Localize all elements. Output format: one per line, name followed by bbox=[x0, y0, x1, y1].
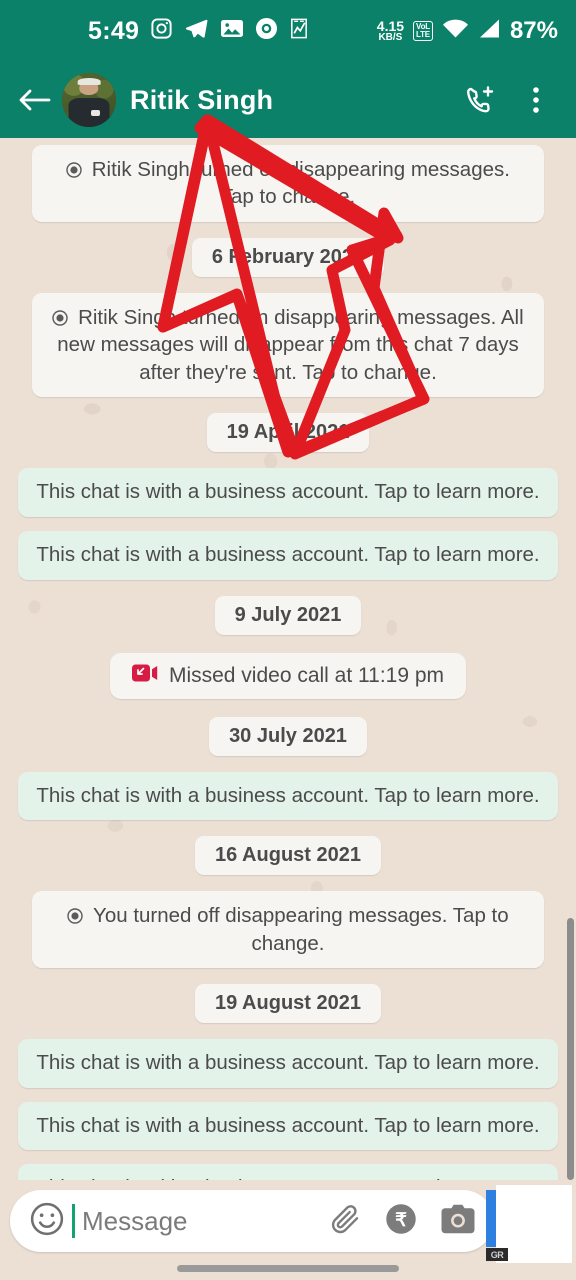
volte-icon: VoL LTE bbox=[413, 21, 433, 41]
status-bar: 5:49 4.15 KB/S VoL LTE 87% bbox=[0, 0, 576, 62]
chat-contact-name[interactable]: Ritik Singh bbox=[130, 85, 273, 116]
status-clock: 5:49 bbox=[88, 16, 140, 45]
business-account-notice[interactable]: This chat is with a business account. Ta… bbox=[18, 1039, 558, 1088]
message-row: 16 August 2021 bbox=[14, 827, 562, 884]
emoji-icon[interactable] bbox=[28, 1200, 66, 1243]
chat-app-bar: Ritik Singh bbox=[0, 62, 576, 138]
volte-bottom: LTE bbox=[416, 30, 430, 39]
camera-icon[interactable] bbox=[440, 1203, 476, 1240]
back-button[interactable] bbox=[12, 86, 58, 114]
business-account-notice[interactable]: This chat is with a business account. Ta… bbox=[18, 1164, 558, 1180]
overlay-watermark: GR bbox=[486, 1248, 508, 1261]
status-bar-left: 5:49 bbox=[88, 17, 309, 46]
date-divider: 16 August 2021 bbox=[195, 836, 381, 876]
signal-icon bbox=[478, 18, 501, 44]
date-divider: 19 April 2021 bbox=[206, 413, 370, 453]
camera-circle-icon bbox=[255, 17, 278, 45]
chat-message-list[interactable]: Ritik Singh turned on disappearing messa… bbox=[0, 138, 576, 1180]
data-speed-indicator: 4.15 KB/S bbox=[377, 19, 404, 43]
chart-app-icon bbox=[289, 17, 309, 45]
date-divider: 30 July 2021 bbox=[209, 716, 367, 756]
system-message-bubble[interactable]: Ritik Singh turned on disappearing messa… bbox=[32, 292, 544, 398]
system-message-text: Ritik Singh turned on disappearing messa… bbox=[91, 158, 510, 209]
android-nav-gesture-bar[interactable] bbox=[177, 1265, 399, 1272]
message-input[interactable]: Message bbox=[82, 1206, 318, 1237]
message-row: This chat is with a business account. Ta… bbox=[14, 461, 562, 524]
overflow-menu-icon[interactable] bbox=[510, 74, 562, 126]
missed-video-call-text: Missed video call at 11:19 pm bbox=[168, 663, 445, 687]
message-row: Ritik Singh turned on disappearing messa… bbox=[14, 286, 562, 404]
rupee-payment-icon[interactable]: ₹ bbox=[384, 1202, 418, 1241]
message-row: 19 April 2021 bbox=[14, 404, 562, 461]
add-call-icon[interactable] bbox=[454, 74, 506, 126]
message-row: Missed video call at 11:19 pm bbox=[14, 644, 562, 708]
message-row: 6 February 2021 bbox=[14, 229, 562, 286]
contact-avatar[interactable] bbox=[62, 73, 116, 127]
message-row: This chat is with a business account. Ta… bbox=[14, 524, 562, 587]
message-row: You turned off disappearing messages. Ta… bbox=[14, 884, 562, 975]
missed-video-call-icon bbox=[131, 663, 158, 689]
business-account-notice[interactable]: This chat is with a business account. Ta… bbox=[18, 771, 558, 821]
business-account-notice[interactable]: This chat is with a business account. Ta… bbox=[18, 468, 558, 517]
business-account-notice[interactable]: This chat is with a business account. Ta… bbox=[18, 530, 558, 580]
data-speed-unit: KB/S bbox=[378, 32, 403, 43]
svg-text:₹: ₹ bbox=[395, 1209, 407, 1230]
gallery-icon bbox=[220, 18, 244, 44]
message-row: This chat is with a business account. Ta… bbox=[14, 1032, 562, 1095]
system-message-bubble[interactable]: Ritik Singh turned on disappearing messa… bbox=[32, 145, 544, 222]
missed-video-call-entry[interactable]: Missed video call at 11:19 pm bbox=[109, 652, 467, 699]
message-row: This chat is with a business account. Ta… bbox=[14, 1095, 562, 1158]
battery-percentage: 87% bbox=[509, 17, 558, 44]
message-row: 30 July 2021 bbox=[14, 708, 562, 765]
message-row: This chat is with a business account. Ta… bbox=[14, 765, 562, 828]
status-bar-right: 4.15 KB/S VoL LTE 87% bbox=[377, 17, 558, 45]
disappearing-messages-icon bbox=[67, 904, 89, 927]
input-pill-actions: ₹ bbox=[328, 1202, 476, 1241]
instagram-icon bbox=[150, 17, 173, 45]
app-bar-actions bbox=[454, 74, 562, 126]
disappearing-messages-icon bbox=[52, 306, 74, 329]
chat-scroll-container: Ritik Singh turned on disappearing messa… bbox=[0, 138, 576, 1180]
system-message-text: You turned off disappearing messages. Ta… bbox=[93, 904, 509, 955]
disappearing-messages-icon bbox=[66, 158, 88, 181]
system-message-text: Ritik Singh turned on disappearing messa… bbox=[57, 305, 524, 384]
message-input-pill[interactable]: Message ₹ bbox=[10, 1190, 494, 1252]
wifi-icon bbox=[442, 18, 469, 44]
system-message-bubble[interactable]: You turned off disappearing messages. Ta… bbox=[32, 891, 544, 969]
data-speed-value: 4.15 bbox=[376, 18, 405, 34]
date-divider: 9 July 2021 bbox=[214, 595, 362, 635]
date-divider: 19 August 2021 bbox=[195, 984, 381, 1024]
telegram-icon bbox=[184, 17, 209, 45]
message-row: This chat is with a business account. Ta… bbox=[14, 1157, 562, 1180]
attachment-paperclip-icon[interactable] bbox=[328, 1202, 362, 1241]
text-cursor bbox=[72, 1204, 75, 1238]
message-row: 19 August 2021 bbox=[14, 975, 562, 1032]
date-divider: 6 February 2021 bbox=[191, 237, 385, 277]
business-account-notice[interactable]: This chat is with a business account. Ta… bbox=[18, 1101, 558, 1151]
whatsapp-chat-screen: 5:49 4.15 KB/S VoL LTE 87% Ritik Singh R… bbox=[0, 0, 576, 1280]
message-row: Ritik Singh turned on disappearing messa… bbox=[14, 138, 562, 229]
chat-scrollbar[interactable] bbox=[567, 918, 574, 1180]
message-row: 9 July 2021 bbox=[14, 587, 562, 644]
